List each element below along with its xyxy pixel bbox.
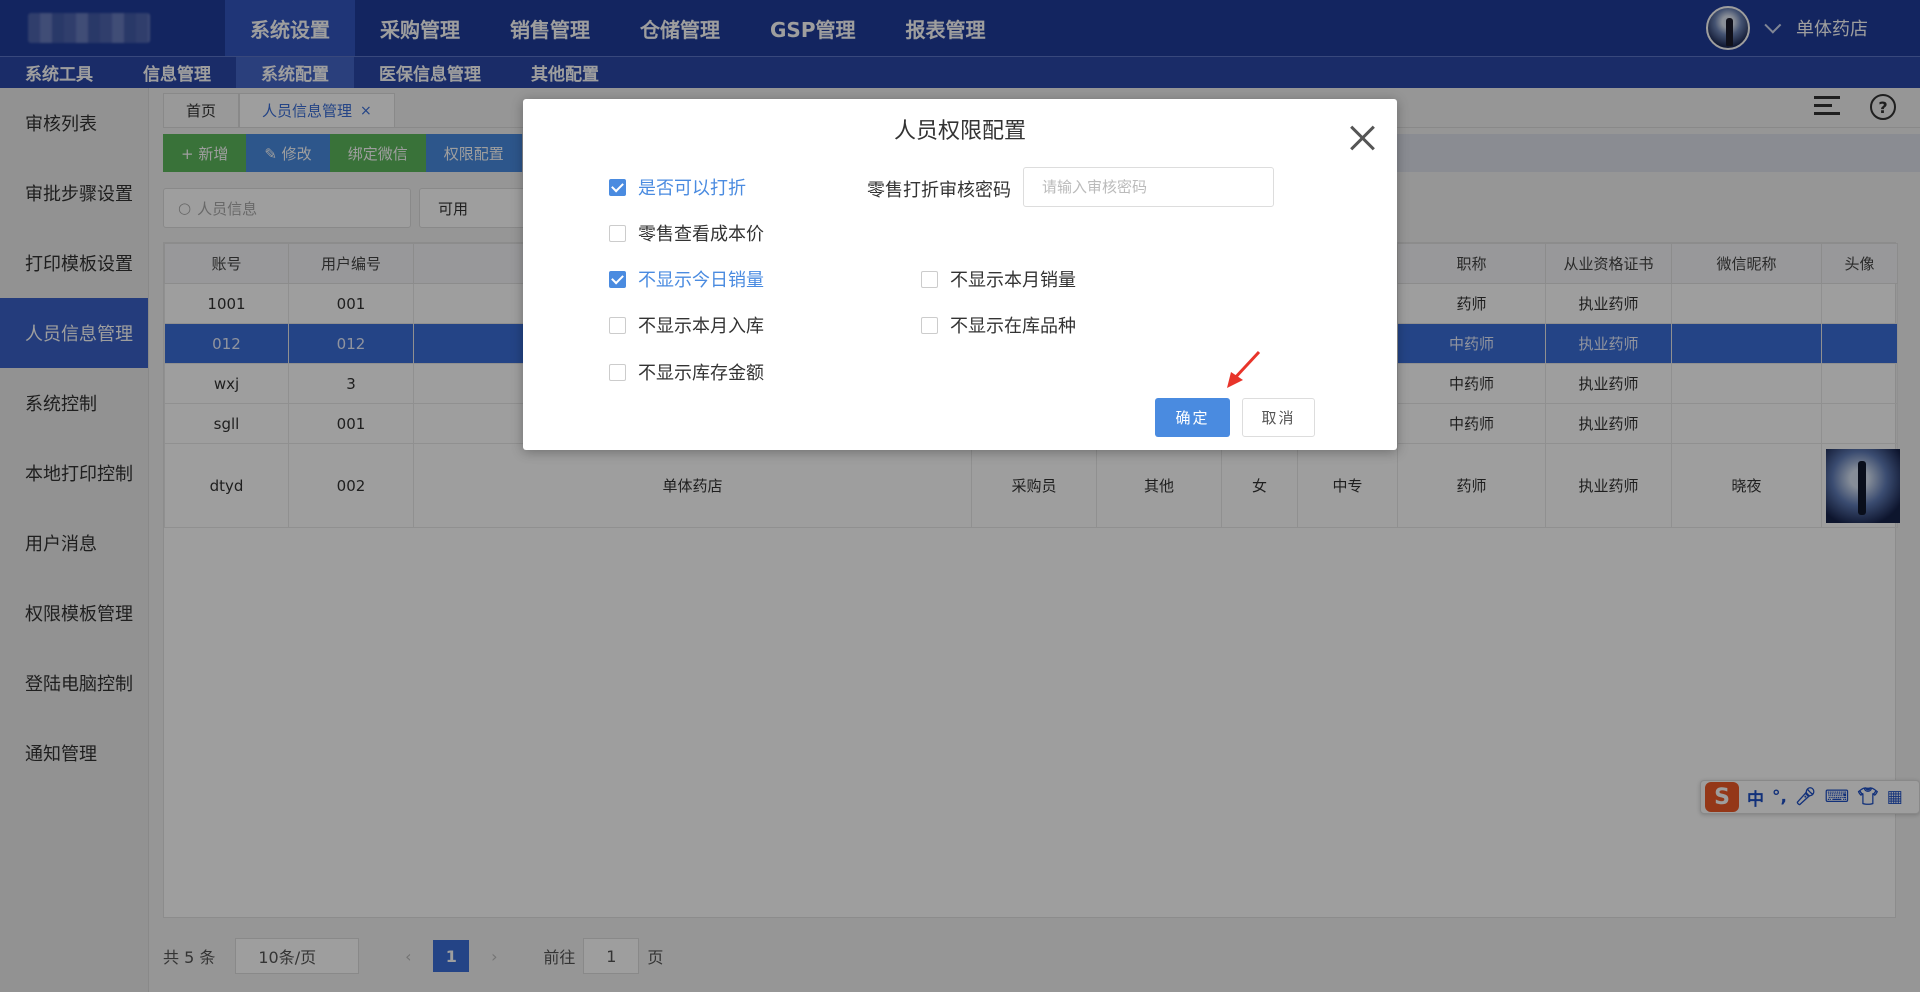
checkbox-box[interactable] [609,178,626,196]
checkbox-label: 不显示本月入库 [638,316,764,337]
checkbox-box[interactable] [609,316,626,334]
checkbox-hide-today-sales[interactable]: 不显示今日销量 [609,266,764,292]
discount-password-input[interactable] [1023,167,1274,207]
checkbox-box[interactable] [609,270,626,288]
checkbox-hide-month-inbound[interactable]: 不显示本月入库 [609,312,764,338]
checkbox-hide-stock-varieties[interactable]: 不显示在库品种 [921,312,1076,338]
checkbox-view-cost-price[interactable]: 零售查看成本价 [609,220,764,246]
checkbox-allow-discount[interactable]: 是否可以打折 [609,174,746,200]
checkbox-box[interactable] [921,316,938,334]
checkbox-hide-stock-amount[interactable]: 不显示库存金额 [609,359,764,385]
checkbox-label: 零售查看成本价 [638,224,764,245]
red-arrow-annotation-icon [1227,350,1261,388]
permission-config-dialog: 人员权限配置 是否可以打折 零售打折审核密码 零售查看成本价 不显示今日销量 不… [523,99,1397,450]
checkbox-label: 不显示本月销量 [950,270,1076,291]
checkbox-box[interactable] [609,224,626,242]
close-icon[interactable] [1349,125,1375,151]
checkbox-box[interactable] [609,363,626,381]
confirm-button[interactable]: 确定 [1155,398,1230,437]
checkbox-hide-month-sales[interactable]: 不显示本月销量 [921,266,1076,292]
checkbox-label: 不显示今日销量 [638,270,764,291]
checkbox-label: 不显示库存金额 [638,363,764,384]
discount-password-label: 零售打折审核密码 [867,180,1011,201]
checkbox-label: 不显示在库品种 [950,316,1076,337]
checkbox-label: 是否可以打折 [638,178,746,199]
dialog-title: 人员权限配置 [893,119,1026,144]
cancel-button[interactable]: 取消 [1242,398,1315,437]
checkbox-box[interactable] [921,270,938,288]
